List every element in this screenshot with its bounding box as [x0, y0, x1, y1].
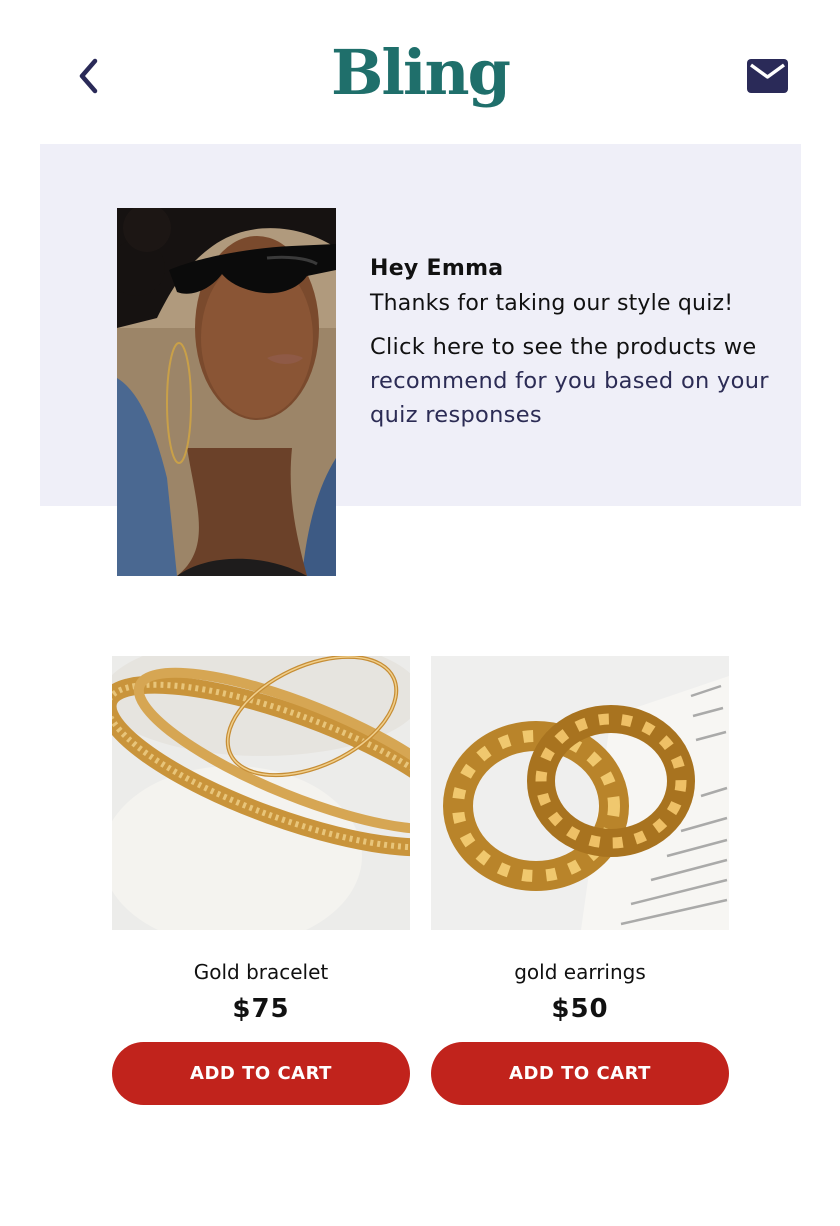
gold-earrings-image[interactable]	[431, 656, 729, 930]
greeting-text: Hey Emma	[370, 256, 504, 281]
hero-message: Hey Emma Thanks for taking our style qui…	[370, 256, 770, 432]
product-name: Gold bracelet	[193, 960, 329, 984]
add-to-cart-button[interactable]: ADD TO CART	[431, 1042, 729, 1105]
cta-lead-text: Click here to see the products we	[370, 334, 757, 360]
product-name: gold earrings	[514, 960, 646, 984]
envelope-icon	[747, 59, 788, 93]
gold-bracelet-image[interactable]	[112, 656, 410, 930]
brand-logo: Bling	[331, 36, 511, 109]
product-price: $50	[551, 994, 609, 1024]
product-price: $75	[232, 994, 290, 1024]
thanks-text: Thanks for taking our style quiz!	[370, 291, 734, 316]
cta-link-text[interactable]: recommend for you based on your quiz res…	[370, 368, 769, 428]
product-card: gold earrings $50 ADD TO CART	[431, 656, 729, 1105]
recommendations-link[interactable]: Click here to see the products we recomm…	[370, 330, 770, 432]
model-photo	[117, 208, 336, 576]
messages-button[interactable]	[746, 58, 789, 98]
product-card: Gold bracelet $75 ADD TO CART	[112, 656, 410, 1105]
add-to-cart-button[interactable]: ADD TO CART	[112, 1042, 410, 1105]
